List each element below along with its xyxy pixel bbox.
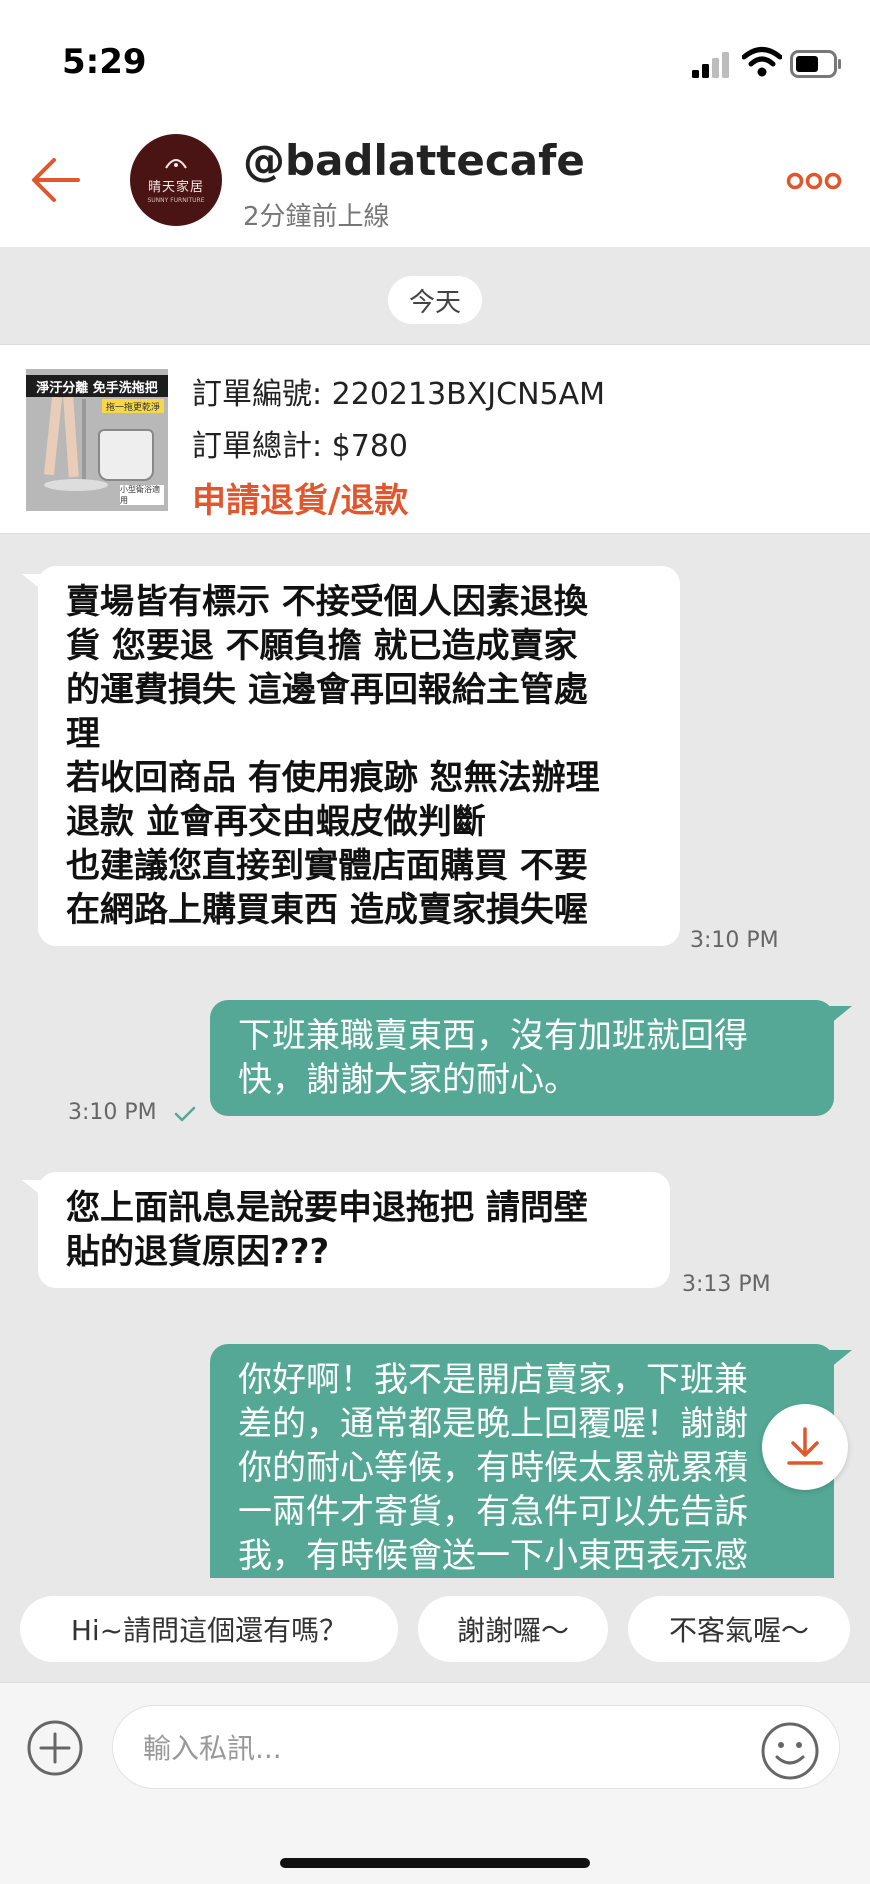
- quick-reply-button[interactable]: 不客氣喔～: [628, 1596, 850, 1662]
- message-time: 3:10 PM: [690, 928, 779, 953]
- message-line: 貼的退貨原因???: [66, 1232, 330, 1272]
- product-thumbnail[interactable]: 淨汙分離 免手洗拖把 拖一拖更乾淨 小型衛浴適用: [26, 369, 168, 511]
- message-line: 我，有時候會送一下小東西表示感: [238, 1536, 748, 1576]
- message-line: 退款 並會再交由蝦皮做判斷: [66, 802, 486, 842]
- message-input-placeholder: 輸入私訊...: [143, 1732, 282, 1765]
- message-input[interactable]: 輸入私訊...: [112, 1705, 840, 1789]
- message-time: 3:10 PM: [68, 1100, 157, 1125]
- message-line: 下班兼職賣東西，沒有加班就回得: [238, 1016, 748, 1056]
- read-check-icon: [174, 1106, 196, 1122]
- message-line: 你的耐心等候，有時候太累就累積: [238, 1448, 748, 1488]
- online-status: 2分鐘前上線: [243, 202, 390, 232]
- message-line: 若收回商品 有使用痕跡 恕無法辦理: [66, 758, 600, 798]
- quick-reply-button[interactable]: Hi~請問這個還有嗎？: [20, 1596, 398, 1662]
- download-arrow-icon: [787, 1427, 823, 1465]
- message-line: 差的，通常都是晚上回覆喔！謝謝: [238, 1404, 748, 1444]
- shop-name[interactable]: @badlattecafe: [243, 136, 585, 185]
- outgoing-message[interactable]: 下班兼職賣東西，沒有加班就回得 快，謝謝大家的耐心。: [210, 1000, 834, 1116]
- logo-swirl-icon: [165, 159, 187, 169]
- message-line: 理: [66, 714, 100, 754]
- thumb-bucket: [98, 429, 154, 481]
- thumb-badge: 小型衛浴適用: [120, 485, 164, 505]
- status-time: 5:29: [62, 42, 147, 82]
- message-line: 您上面訊息是說要申退拖把 請問壁: [66, 1188, 588, 1228]
- order-total: 訂單總計: $780: [192, 429, 408, 464]
- message-line: 貨 您要退 不願負擔 就已造成賣家: [66, 626, 578, 666]
- more-dots-icon[interactable]: [786, 170, 842, 192]
- date-divider: 今天: [388, 276, 482, 324]
- home-indicator[interactable]: [280, 1858, 590, 1868]
- refund-request-status[interactable]: 申請退貨/退款: [192, 473, 408, 522]
- chat-header: 晴天家居 SUNNY FURNITURE @badlattecafe 2分鐘前上…: [0, 120, 870, 248]
- incoming-message[interactable]: 您上面訊息是說要申退拖把 請問壁 貼的退貨原因???: [38, 1172, 670, 1288]
- message-line: 賣場皆有標示 不接受個人因素退換: [66, 582, 588, 622]
- cellular-signal-icon: [692, 52, 729, 78]
- bubble-tail: [830, 1350, 852, 1368]
- scroll-to-bottom-button[interactable]: [762, 1404, 848, 1490]
- thumb-banner: 淨汙分離 免手洗拖把: [26, 375, 168, 397]
- home-indicator-area: [0, 1806, 870, 1884]
- message-line: 你好啊！我不是開店賣家，下班兼: [238, 1360, 748, 1400]
- thumb-mop-head: [44, 479, 108, 491]
- battery-icon: [790, 50, 841, 78]
- message-line: 一兩件才寄貨，有急件可以先告訴: [238, 1492, 748, 1532]
- thumb-mop-handle: [82, 399, 86, 483]
- chat-area[interactable]: 今天 淨汙分離 免手洗拖把 拖一拖更乾淨 小型衛浴適用 訂單編號: 220213…: [0, 248, 870, 1578]
- message-line: 的運費損失 這邊會再回報給主管處: [66, 670, 588, 710]
- quick-reply-button[interactable]: 謝謝囉～: [418, 1596, 608, 1662]
- bubble-tail: [830, 1006, 852, 1024]
- avatar-shop-label: 晴天家居: [147, 180, 204, 195]
- avatar-shop-sublabel: SUNNY FURNITURE: [147, 197, 205, 204]
- message-line: 快，謝謝大家的耐心。: [238, 1060, 578, 1100]
- incoming-message[interactable]: 賣場皆有標示 不接受個人因素退換 貨 您要退 不願負擔 就已造成賣家 的運費損失…: [38, 566, 680, 946]
- quick-replies-bar: Hi~請問這個還有嗎？ 謝謝囉～ 不客氣喔～: [0, 1578, 870, 1682]
- outgoing-message[interactable]: 你好啊！我不是開店賣家，下班兼 差的，通常都是晚上回覆喔！謝謝 你的耐心等候，有…: [210, 1344, 834, 1578]
- message-input-bar: 輸入私訊...: [0, 1682, 870, 1806]
- status-bar: 5:29: [0, 0, 870, 120]
- smiley-icon[interactable]: [760, 1721, 820, 1781]
- order-card[interactable]: 淨汙分離 免手洗拖把 拖一拖更乾淨 小型衛浴適用 訂單編號: 220213BXJ…: [0, 344, 870, 534]
- thumb-subbanner: 拖一拖更乾淨: [102, 399, 164, 413]
- thumb-leg: [43, 396, 63, 476]
- message-line: 在網路上購買東西 造成賣家損失喔: [66, 890, 588, 930]
- thumb-leg: [63, 396, 79, 478]
- message-line: 也建議您直接到實體店面購買 不要: [66, 846, 588, 886]
- back-arrow-icon[interactable]: [28, 152, 84, 208]
- message-time: 3:13 PM: [682, 1272, 771, 1297]
- order-number: 訂單編號: 220213BXJCN5AM: [192, 377, 606, 412]
- plus-circle-icon[interactable]: [26, 1719, 84, 1777]
- shop-avatar[interactable]: 晴天家居 SUNNY FURNITURE: [130, 134, 222, 226]
- wifi-icon: [742, 47, 782, 77]
